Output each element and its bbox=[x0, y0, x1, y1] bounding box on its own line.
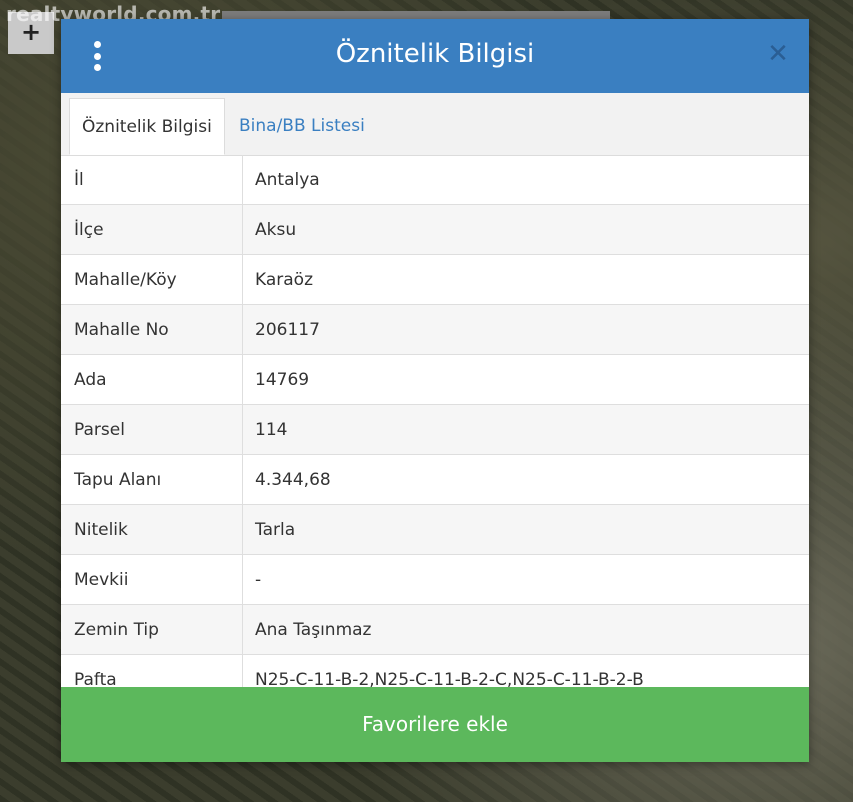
row-value: 114 bbox=[255, 419, 288, 440]
row-value: 206117 bbox=[255, 319, 320, 340]
row-key: İlçe bbox=[61, 205, 243, 254]
row-key: Ada bbox=[61, 355, 243, 404]
table-row: Tapu Alanı 4.344,68 bbox=[61, 455, 809, 505]
table-row: Parsel 114 bbox=[61, 405, 809, 455]
row-key: Tapu Alanı bbox=[61, 455, 243, 504]
table-row: Mahalle/Köy Karaöz bbox=[61, 255, 809, 305]
row-value: Antalya bbox=[255, 169, 320, 190]
tab-building-list[interactable]: Bina/BB Listesi bbox=[227, 98, 377, 155]
modal-header: Öznitelik Bilgisi ✕ bbox=[61, 19, 809, 93]
row-key: Zemin Tip bbox=[61, 605, 243, 654]
close-icon[interactable]: ✕ bbox=[765, 41, 791, 67]
map-toolbar-strip bbox=[222, 11, 610, 19]
row-value: 4.344,68 bbox=[255, 469, 331, 490]
row-key: Mahalle No bbox=[61, 305, 243, 354]
table-row: İlçe Aksu bbox=[61, 205, 809, 255]
row-value: 14769 bbox=[255, 369, 310, 390]
attribute-info-modal: Öznitelik Bilgisi ✕ Öznitelik Bilgisi Bi… bbox=[61, 19, 809, 762]
table-row: Zemin Tip Ana Taşınmaz bbox=[61, 605, 809, 655]
row-key: İl bbox=[61, 155, 243, 204]
row-value: Karaöz bbox=[255, 269, 313, 290]
row-value: Tarla bbox=[255, 519, 296, 540]
row-key: Mevkii bbox=[61, 555, 243, 604]
tab-attribute-info[interactable]: Öznitelik Bilgisi bbox=[69, 98, 225, 155]
row-key: Mahalle/Köy bbox=[61, 255, 243, 304]
add-favorite-button[interactable]: Favorilere ekle bbox=[61, 687, 809, 762]
tab-bar: Öznitelik Bilgisi Bina/BB Listesi bbox=[61, 93, 809, 156]
modal-title: Öznitelik Bilgisi bbox=[335, 39, 535, 69]
row-value: - bbox=[255, 569, 262, 590]
attribute-table: İl Antalya İlçe Aksu Mahalle/Köy Karaöz Mahall… bbox=[61, 155, 809, 705]
table-row: Mevkii - bbox=[61, 555, 809, 605]
row-value: Aksu bbox=[255, 219, 297, 240]
table-row: İl Antalya bbox=[61, 155, 809, 205]
row-key: Parsel bbox=[61, 405, 243, 454]
row-value: Ana Taşınmaz bbox=[255, 619, 372, 640]
table-row: Mahalle No 206117 bbox=[61, 305, 809, 355]
table-row: Nitelik Tarla bbox=[61, 505, 809, 555]
row-key: Nitelik bbox=[61, 505, 243, 554]
table-row: Ada 14769 bbox=[61, 355, 809, 405]
